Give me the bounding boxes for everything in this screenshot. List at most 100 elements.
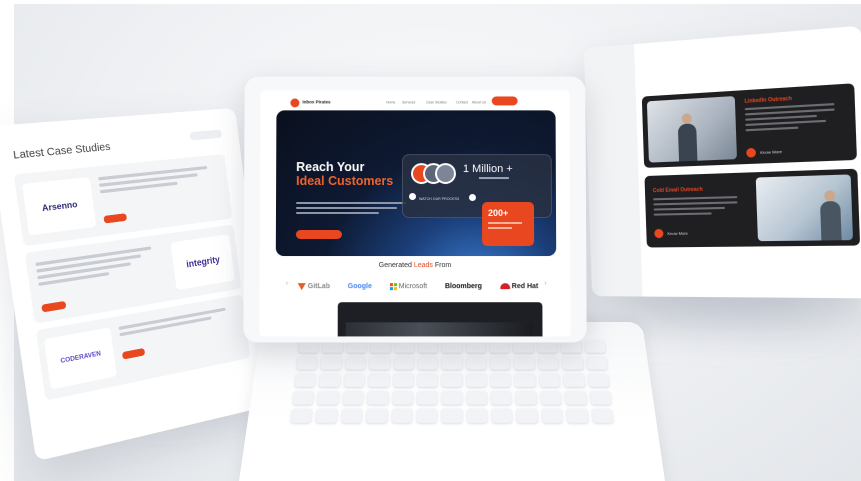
- brand-bloomberg: Bloomberg: [445, 283, 482, 290]
- keyboard-key: [584, 339, 606, 353]
- keyboard-key: [466, 408, 488, 423]
- brand-microsoft: Microsoft: [389, 282, 427, 290]
- keyboard-key: [441, 373, 463, 387]
- keyboard-key: [589, 390, 612, 405]
- watch-process-link[interactable]: WATCH OUR PROCESS: [419, 197, 459, 201]
- case-study-logo: Arsenno: [21, 177, 97, 236]
- read-more-button[interactable]: [41, 300, 67, 313]
- service-card[interactable]: LinkedIn Outreach Know More: [641, 83, 857, 168]
- nav-link-home[interactable]: Home: [386, 100, 395, 104]
- keyboard-key: [516, 408, 538, 423]
- badge-number: 200+: [487, 208, 509, 218]
- know-more-link[interactable]: Know More: [760, 149, 782, 155]
- keyboard-key: [391, 408, 413, 423]
- laptop-keyboard-deck: [237, 322, 667, 481]
- keyboard-key: [366, 408, 388, 423]
- nav-link-services[interactable]: Services: [402, 100, 415, 104]
- hero-section: Reach Your Ideal Customers 1 Million + W…: [275, 110, 557, 257]
- chevron-left-icon[interactable]: ‹: [286, 280, 288, 287]
- chevron-right-icon[interactable]: ›: [544, 280, 546, 287]
- keyboard-key: [490, 390, 512, 405]
- keyboard-key: [416, 408, 438, 423]
- case-study-logo: integrity: [170, 234, 235, 291]
- panel-margin: [583, 44, 643, 297]
- redhat-icon: [499, 283, 510, 290]
- services-panel: LinkedIn Outreach Know More Cold Email O…: [583, 25, 861, 299]
- keyboard-key: [563, 373, 585, 387]
- hero-title-line1: Reach Your: [296, 160, 365, 175]
- play-icon[interactable]: [468, 194, 476, 202]
- keyboard-key: [290, 408, 313, 423]
- stat-number: 1 Million +: [462, 163, 513, 176]
- keyboard-key: [315, 408, 338, 423]
- keyboard-key: [294, 373, 317, 387]
- keyboard-key: [417, 356, 438, 370]
- hero-title-line2: Ideal Customers: [296, 174, 394, 189]
- keyboard-key: [342, 390, 364, 405]
- logo-icon: [290, 98, 300, 108]
- nav-cta-button[interactable]: [491, 96, 518, 106]
- keyboard-key: [490, 356, 511, 370]
- heading-suffix: From: [434, 262, 452, 270]
- view-all-pill[interactable]: [189, 129, 223, 141]
- laptop-screen: Inbox Pirates Home Services Case Studies…: [259, 90, 571, 337]
- video-frame: [345, 322, 533, 337]
- brand-label: Bloomberg: [444, 282, 482, 290]
- keyboard-key: [392, 373, 414, 387]
- nav-link-contact[interactable]: Contact: [456, 100, 468, 104]
- keyboard-key: [416, 390, 438, 405]
- know-more-link[interactable]: Know More: [667, 231, 688, 236]
- arrow-icon[interactable]: [746, 147, 757, 158]
- check-icon: [409, 193, 416, 201]
- heading-accent: Leads: [413, 262, 433, 270]
- nav-link-about[interactable]: About Us: [472, 100, 486, 104]
- arrow-icon[interactable]: [654, 228, 664, 239]
- service-photo: [646, 96, 737, 163]
- service-title: Cold Email Outreach: [652, 186, 703, 195]
- keyboard-key: [586, 356, 608, 370]
- heading-prefix: Generated: [378, 262, 412, 270]
- keyboard-key: [296, 356, 318, 370]
- keyboard-key: [441, 356, 463, 370]
- read-more-button[interactable]: [103, 213, 128, 224]
- person-head: [681, 113, 693, 125]
- keyboard-key: [441, 408, 463, 423]
- keyboard-key: [466, 356, 487, 370]
- service-description: [653, 196, 738, 219]
- mockup-scene: Latest Case Studies Arsenno integrity CO…: [0, 0, 861, 481]
- brand-label: Red Hat: [511, 282, 539, 290]
- video-preview[interactable]: [337, 302, 543, 337]
- keyboard-key: [320, 356, 342, 370]
- hero-cta-button[interactable]: [295, 230, 342, 240]
- case-study-text: [118, 307, 227, 340]
- site-logo[interactable]: Inbox Pirates: [302, 99, 330, 104]
- keyboard-key: [514, 356, 535, 370]
- keyboard-key: [466, 373, 487, 387]
- keyboard-key: [319, 373, 341, 387]
- keyboard-key: [391, 390, 413, 405]
- hero-title: Reach Your Ideal Customers: [296, 160, 393, 188]
- keyboard: [290, 339, 614, 423]
- hero-description: [295, 202, 407, 217]
- brand-redhat: Red Hat: [499, 282, 539, 290]
- nav-link-case-studies[interactable]: Case Studies: [426, 100, 447, 104]
- keyboard-key: [417, 373, 438, 387]
- gitlab-icon: [297, 282, 306, 290]
- brand-name: Arsenno: [41, 198, 78, 213]
- case-study-text: [98, 165, 209, 197]
- keyboard-key: [466, 390, 488, 405]
- keyboard-key: [490, 373, 512, 387]
- laptop-lid: Inbox Pirates Home Services Case Studies…: [243, 76, 587, 343]
- leads-badge: 200+: [481, 202, 535, 247]
- service-card[interactable]: Cold Email Outreach Know More: [644, 168, 861, 248]
- keyboard-key: [292, 390, 315, 405]
- top-edge: [0, 0, 861, 4]
- person-head: [824, 190, 836, 202]
- case-study-logo: CODERAVEN: [43, 327, 117, 390]
- brand-name: CODERAVEN: [60, 350, 102, 366]
- service-title: LinkedIn Outreach: [744, 95, 792, 105]
- keyboard-key: [367, 390, 389, 405]
- person-figure: [819, 200, 842, 241]
- case-study-text: [35, 246, 154, 289]
- read-more-button[interactable]: [121, 347, 146, 360]
